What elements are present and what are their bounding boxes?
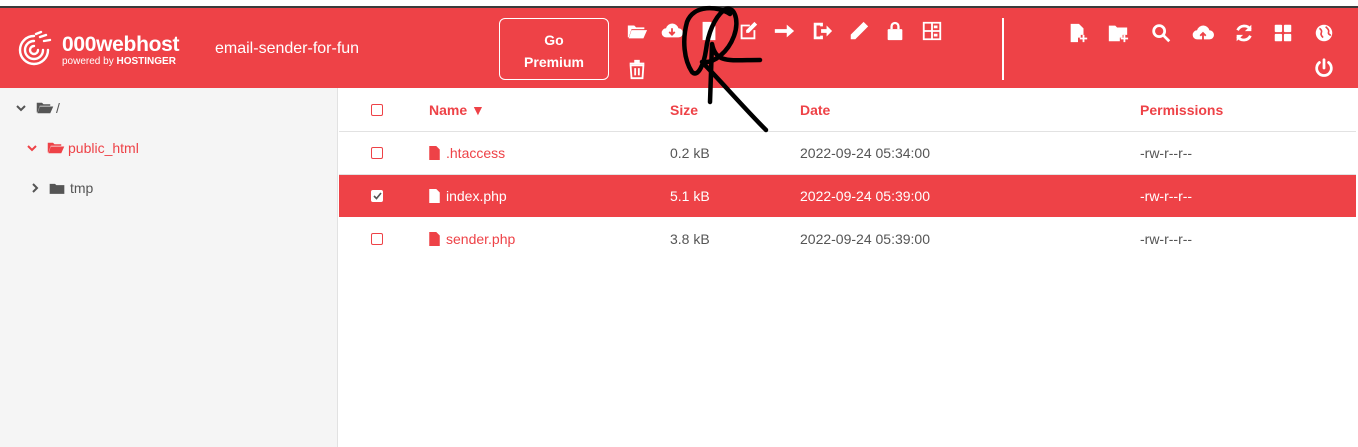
table-header: Name ▼ Size Date Permissions	[339, 88, 1356, 132]
folder-open-icon	[36, 102, 54, 114]
edit-icon[interactable]	[735, 18, 761, 44]
file-size: 0.2 kB	[670, 145, 710, 161]
toolbar-divider	[1002, 18, 1004, 80]
check-icon	[372, 192, 382, 200]
tree-item-label: /	[56, 100, 60, 116]
file-permissions[interactable]: -rw-r--r--	[1140, 175, 1192, 217]
chevron-down-icon[interactable]	[16, 103, 26, 113]
folder-open-icon[interactable]	[624, 18, 650, 44]
new-file-icon[interactable]	[1065, 20, 1091, 46]
table-row[interactable]: .htaccess 0.2 kB 2022-09-24 05:34:00 -rw…	[339, 132, 1356, 175]
go-premium-line1: Go	[544, 32, 564, 48]
brand[interactable]: 000webhost powered by HOSTINGER	[14, 30, 180, 70]
file-name-label[interactable]: sender.php	[446, 231, 515, 247]
top-toolbar: 000webhost powered by HOSTINGER email-se…	[0, 6, 1358, 88]
file-name-label[interactable]: index.php	[446, 188, 507, 204]
file-date: 2022-09-24 05:39:00	[800, 231, 930, 247]
row-checkbox[interactable]	[371, 218, 383, 260]
folder-open-icon	[47, 142, 65, 154]
file-name[interactable]: .htaccess	[429, 132, 505, 174]
file-permissions[interactable]: -rw-r--r--	[1140, 132, 1192, 174]
file-name-label[interactable]: .htaccess	[446, 145, 505, 161]
sign-out-icon[interactable]	[809, 18, 835, 44]
arrow-right-icon[interactable]	[771, 18, 797, 44]
file-date: 2022-09-24 05:34:00	[800, 145, 930, 161]
archive-icon[interactable]	[919, 18, 945, 44]
brand-sub-company: HOSTINGER	[116, 55, 176, 67]
grid-icon[interactable]	[1270, 20, 1296, 46]
table-row[interactable]: sender.php 3.8 kB 2022-09-24 05:39:00 -r…	[339, 218, 1356, 260]
power-icon[interactable]	[1311, 55, 1337, 81]
pencil-icon[interactable]	[846, 18, 872, 44]
chevron-right-icon[interactable]	[31, 183, 39, 193]
file-icon	[429, 146, 440, 160]
file-icon	[429, 189, 440, 203]
row-checkbox[interactable]	[371, 132, 383, 174]
column-permissions[interactable]: Permissions	[1140, 88, 1223, 131]
file-list: Name ▼ Size Date Permissions .htaccess 0…	[339, 88, 1358, 447]
folder-tree: / public_html tmp	[0, 88, 338, 447]
globe-icon[interactable]	[1311, 20, 1337, 46]
tree-item-label: tmp	[70, 180, 94, 196]
row-checkbox[interactable]	[371, 175, 383, 217]
folder-icon	[49, 183, 65, 194]
tree-item-tmp[interactable]: tmp	[31, 180, 93, 196]
refresh-icon[interactable]	[1231, 20, 1257, 46]
brand-name: 000webhost	[62, 32, 180, 56]
tree-item-public-html[interactable]: public_html	[27, 140, 139, 156]
trash-icon[interactable]	[624, 56, 650, 82]
table-row-selected[interactable]: index.php 5.1 kB 2022-09-24 05:39:00 -rw…	[339, 175, 1356, 217]
cloud-download-icon[interactable]	[659, 18, 685, 44]
site-name: email-sender-for-fun	[215, 40, 360, 57]
go-premium-line2: Premium	[524, 54, 584, 70]
lock-icon[interactable]	[882, 18, 908, 44]
file-name[interactable]: index.php	[429, 175, 507, 217]
file-name[interactable]: sender.php	[429, 218, 515, 260]
new-folder-icon[interactable]	[1105, 20, 1131, 46]
tree-item-root[interactable]: /	[16, 100, 60, 116]
file-permissions[interactable]: -rw-r--r--	[1140, 218, 1192, 260]
file-size: 3.8 kB	[670, 231, 710, 247]
column-size[interactable]: Size	[670, 88, 698, 131]
chevron-down-icon[interactable]	[27, 143, 37, 153]
cloud-upload-icon[interactable]	[1190, 20, 1216, 46]
select-all-checkbox[interactable]	[371, 88, 383, 131]
brand-subtitle: powered by HOSTINGER	[62, 55, 179, 67]
search-icon[interactable]	[1148, 20, 1174, 46]
go-premium-button[interactable]: Go Premium	[499, 18, 609, 80]
file-icon	[429, 232, 440, 246]
column-name[interactable]: Name ▼	[429, 88, 485, 131]
logo-icon	[18, 30, 52, 66]
column-date[interactable]: Date	[800, 88, 830, 131]
tree-item-label: public_html	[68, 140, 139, 156]
file-icon[interactable]	[696, 18, 722, 44]
file-date: 2022-09-24 05:39:00	[800, 188, 930, 204]
file-size: 5.1 kB	[670, 188, 710, 204]
brand-sub-prefix: powered by	[62, 55, 117, 67]
